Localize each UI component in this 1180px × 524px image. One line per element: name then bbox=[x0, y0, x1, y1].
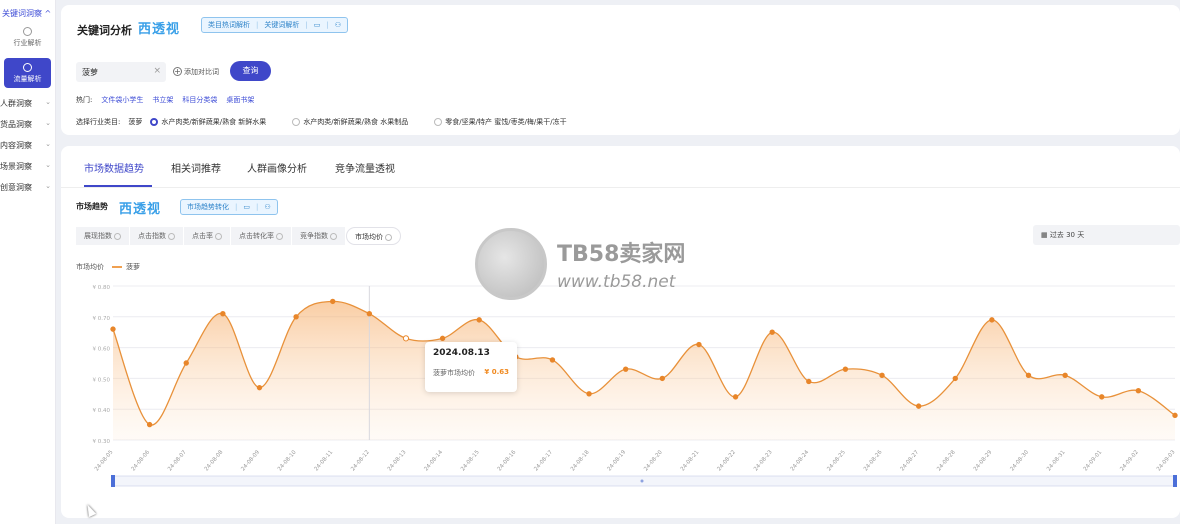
chart-tooltip: 2024.08.13 菠萝市场均价 ¥ 0.63 bbox=[425, 342, 517, 392]
y-tick-label: ¥ 0.70 bbox=[93, 316, 111, 322]
data-point bbox=[1172, 412, 1178, 419]
data-point bbox=[183, 360, 189, 366]
x-tick-label: 24-08-27 bbox=[900, 449, 921, 472]
x-tick-label: 24-08-15 bbox=[460, 449, 481, 472]
data-point bbox=[696, 341, 702, 348]
x-tick-label: 24-08-29 bbox=[973, 449, 994, 472]
zoom-handle-left bbox=[111, 475, 115, 487]
data-point bbox=[1135, 388, 1142, 394]
x-tick-label: 24-08-28 bbox=[936, 449, 957, 472]
data-point bbox=[110, 326, 116, 332]
x-tick-label: 24-08-22 bbox=[716, 449, 737, 472]
x-tick-label: 24-08-14 bbox=[423, 449, 444, 472]
data-point bbox=[952, 375, 958, 382]
x-tick-label: 24-09-02 bbox=[1119, 449, 1140, 472]
y-tick-label: ¥ 0.40 bbox=[93, 408, 111, 414]
y-tick-label: ¥ 0.60 bbox=[93, 347, 111, 353]
x-tick-label: 24-08-26 bbox=[863, 449, 884, 472]
data-point bbox=[330, 298, 336, 305]
data-point bbox=[476, 317, 482, 323]
x-tick-label: 24-08-12 bbox=[350, 449, 371, 472]
y-tick-label: ¥ 0.50 bbox=[93, 377, 111, 383]
x-tick-label: 24-08-08 bbox=[204, 449, 225, 472]
data-point bbox=[366, 311, 373, 317]
zoom-slider-track bbox=[112, 475, 1176, 487]
tooltip-date: 2024.08.13 bbox=[433, 348, 490, 358]
data-point bbox=[732, 394, 739, 400]
x-tick-label: 24-08-30 bbox=[1009, 449, 1030, 472]
x-tick-label: 24-08-20 bbox=[643, 449, 664, 472]
data-point bbox=[879, 372, 885, 379]
x-tick-label: 24-09-01 bbox=[1083, 449, 1104, 472]
y-tick-label: ¥ 0.30 bbox=[93, 439, 111, 445]
data-point bbox=[439, 335, 446, 342]
x-tick-label: 24-08-06 bbox=[131, 449, 152, 472]
x-tick-label: 24-08-11 bbox=[314, 449, 335, 472]
x-tick-label: 24-08-24 bbox=[790, 449, 811, 472]
data-point bbox=[549, 357, 556, 363]
x-tick-label: 24-09-03 bbox=[1156, 449, 1177, 472]
data-point bbox=[1062, 372, 1068, 379]
x-tick-label: 24-08-25 bbox=[826, 449, 847, 472]
data-point bbox=[293, 314, 299, 320]
data-point bbox=[256, 384, 263, 391]
x-tick-label: 24-08-10 bbox=[277, 449, 298, 472]
data-point bbox=[402, 335, 410, 342]
x-tick-label: 24-08-07 bbox=[167, 449, 188, 472]
data-point bbox=[659, 375, 666, 382]
x-tick-label: 24-08-31 bbox=[1046, 449, 1067, 472]
data-point bbox=[769, 329, 775, 335]
data-point bbox=[586, 391, 592, 397]
data-point bbox=[220, 311, 226, 317]
x-tick-label: 24-08-23 bbox=[753, 449, 774, 472]
zoom-center-dot bbox=[640, 479, 644, 483]
x-tick-label: 24-08-05 bbox=[94, 449, 115, 472]
tooltip-value: ¥ 0.63 bbox=[484, 368, 509, 376]
data-point bbox=[915, 403, 922, 409]
x-tick-label: 24-08-21 bbox=[680, 449, 701, 472]
x-tick-label: 24-08-19 bbox=[607, 449, 628, 472]
data-point bbox=[1099, 394, 1105, 400]
x-tick-label: 24-08-16 bbox=[497, 449, 518, 472]
data-point bbox=[842, 366, 849, 372]
price-trend-chart: ¥ 0.30 ¥ 0.40 ¥ 0.50 ¥ 0.60 ¥ 0.70 ¥ 0.80 24-0… bbox=[93, 285, 1178, 487]
y-tick-label: ¥ 0.80 bbox=[93, 285, 111, 291]
tooltip-label: 菠萝市场均价 bbox=[433, 369, 475, 377]
x-tick-label: 24-08-13 bbox=[387, 449, 408, 472]
x-tick-label: 24-08-09 bbox=[240, 449, 261, 472]
x-tick-label: 24-08-17 bbox=[533, 449, 554, 472]
x-tick-label: 24-08-18 bbox=[570, 449, 591, 472]
zoom-handle-right bbox=[1173, 475, 1177, 487]
data-point bbox=[989, 317, 995, 323]
data-point bbox=[1025, 372, 1032, 379]
data-point bbox=[146, 421, 153, 428]
data-point bbox=[806, 378, 812, 385]
data-point bbox=[622, 366, 629, 372]
